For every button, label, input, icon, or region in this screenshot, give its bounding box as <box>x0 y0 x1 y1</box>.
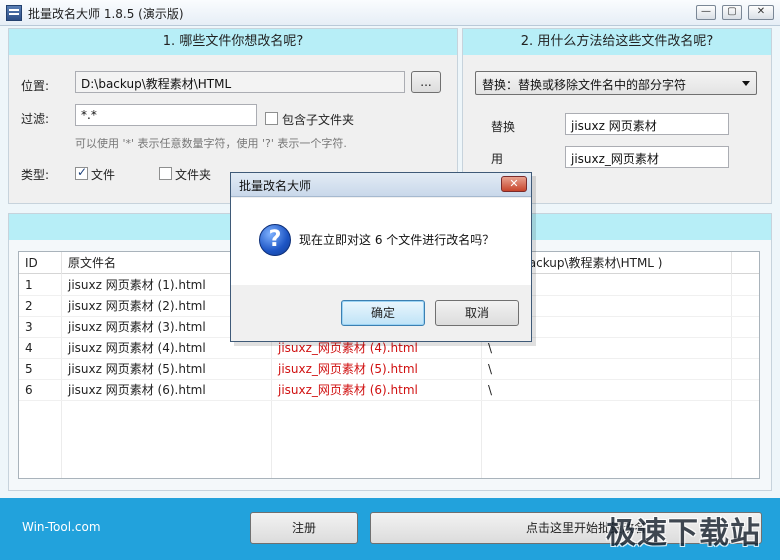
dialog-close-button[interactable]: ✕ <box>501 176 527 192</box>
row-path: \ <box>488 362 493 376</box>
include-subfolders-checkbox[interactable] <box>265 112 278 125</box>
dialog-title: 批量改名大师 <box>239 179 312 193</box>
row-id: 5 <box>25 362 33 376</box>
filter-label: 过滤: <box>21 112 50 126</box>
cancel-button[interactable]: 取消 <box>435 300 519 326</box>
title-bar: 批量改名大师 1.8.5 (演示版) — ▢ ✕ <box>0 0 780 26</box>
method-select-value: 替换：替换或移除文件名中的部分字符 <box>482 78 687 92</box>
row-id: 6 <box>25 383 33 397</box>
row-id: 4 <box>25 341 33 355</box>
confirm-dialog: 批量改名大师 ✕ ? 现在立即对这 6 个文件进行改名吗？ 确定 取消 <box>230 172 532 342</box>
minimize-button[interactable]: — <box>696 5 716 20</box>
replace-input[interactable]: jisuxz 网页素材 <box>565 113 729 135</box>
dialog-message: 现在立即对这 6 个文件进行改名吗？ <box>299 233 495 247</box>
row-path: \ <box>488 383 493 397</box>
dialog-body: ? 现在立即对这 6 个文件进行改名吗？ <box>231 198 531 285</box>
column-id[interactable]: ID <box>19 252 62 274</box>
bottom-bar: Win-Tool.com 注册 点击这里开始批量改名 极速下载站 <box>0 498 780 560</box>
maximize-button[interactable]: ▢ <box>722 5 742 20</box>
window-title: 批量改名大师 1.8.5 (演示版) <box>28 7 184 21</box>
row-new-name: jisuxz_网页素材 (6).html <box>278 383 418 397</box>
section-files-header: 1. 哪些文件你想改名呢? <box>9 29 457 55</box>
type-folder-label: 文件夹 <box>175 168 212 182</box>
section-method-header: 2. 用什么方法给这些文件改名呢? <box>463 29 771 55</box>
with-input[interactable]: jisuxz_网页素材 <box>565 146 729 168</box>
site-link[interactable]: Win-Tool.com <box>22 520 101 534</box>
table-row[interactable]: 5 jisuxz 网页素材 (5).html jisuxz_网页素材 (5).htm… <box>19 359 759 380</box>
chevron-down-icon <box>742 81 750 86</box>
filter-hint: 可以使用 '*' 表示任意数量字符，使用 '?' 表示一个字符. <box>75 137 347 150</box>
location-input[interactable]: D:\backup\教程素材\HTML <box>75 71 405 93</box>
question-icon: ? <box>259 224 291 256</box>
watermark-logo: 极速下载站 <box>606 516 761 551</box>
row-id: 2 <box>25 299 33 313</box>
include-subfolders-label: 包含子文件夹 <box>282 113 355 127</box>
browse-button[interactable]: ... <box>411 71 441 93</box>
app-icon <box>6 5 22 21</box>
with-label: 用 <box>491 152 504 166</box>
row-original-name: jisuxz 网页素材 (6).html <box>68 383 206 397</box>
table-row[interactable]: 6 jisuxz 网页素材 (6).html jisuxz_网页素材 (6).htm… <box>19 380 759 401</box>
dialog-title-bar: 批量改名大师 ✕ <box>231 173 531 197</box>
close-button[interactable]: ✕ <box>748 5 774 20</box>
row-new-name: jisuxz_网页素材 (5).html <box>278 362 418 376</box>
row-id: 1 <box>25 278 33 292</box>
type-folder-checkbox[interactable] <box>159 167 172 180</box>
replace-label: 替换 <box>491 120 516 134</box>
register-button[interactable]: 注册 <box>250 512 358 544</box>
row-original-name: jisuxz 网页素材 (5).html <box>68 362 206 376</box>
location-label: 位置: <box>21 79 50 93</box>
type-file-checkbox[interactable] <box>75 165 88 180</box>
type-label: 类型: <box>21 168 50 182</box>
type-file-label: 文件 <box>91 168 116 182</box>
row-id: 3 <box>25 320 33 334</box>
filter-input[interactable]: *.* <box>75 104 257 126</box>
method-select[interactable]: 替换：替换或移除文件名中的部分字符 <box>475 71 757 95</box>
ok-button[interactable]: 确定 <box>341 300 425 326</box>
